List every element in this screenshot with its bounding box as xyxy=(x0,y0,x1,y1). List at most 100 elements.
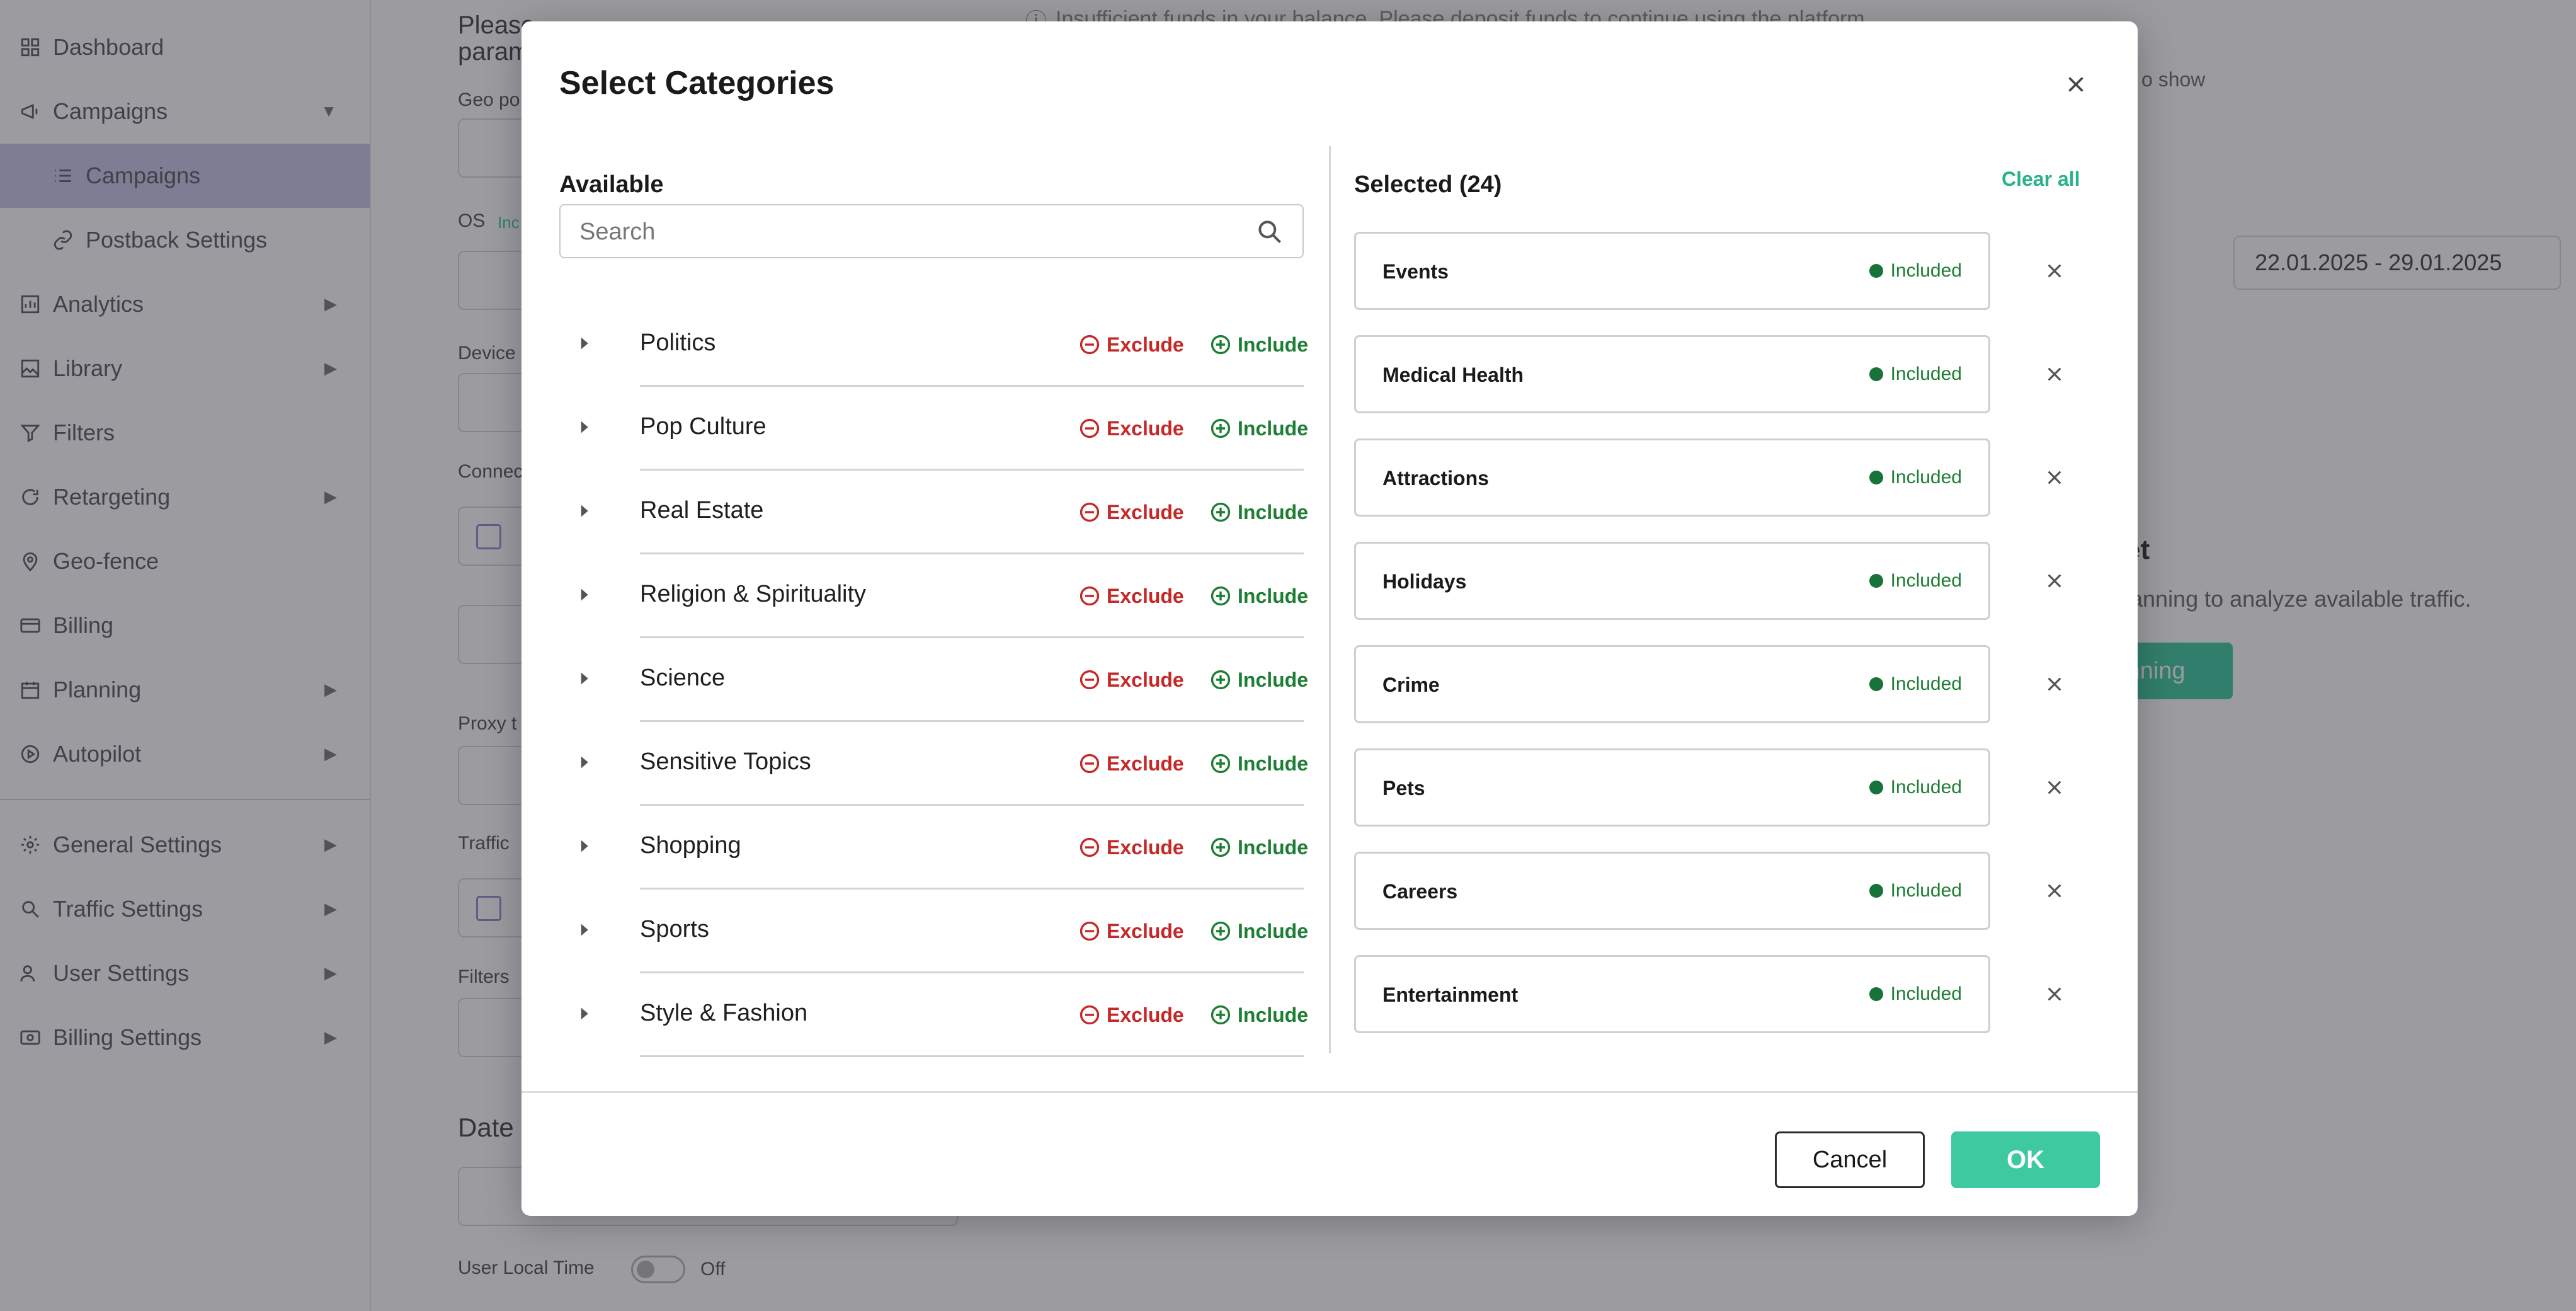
exclude-button[interactable]: Exclude xyxy=(1079,416,1184,441)
exclude-button[interactable]: Exclude xyxy=(1079,835,1184,860)
status-text: Included xyxy=(1890,983,1962,1004)
selected-item: Attractions Included xyxy=(1354,438,1990,517)
included-status: Included xyxy=(1869,880,1962,902)
include-button[interactable]: Include xyxy=(1210,1002,1308,1028)
exclude-button[interactable]: Exclude xyxy=(1079,751,1184,776)
category-name: Shopping xyxy=(640,832,741,859)
expand-caret-icon[interactable] xyxy=(577,332,593,355)
clear-all-link[interactable]: Clear all xyxy=(2002,168,2080,191)
remove-selected-button[interactable] xyxy=(2039,979,2070,1009)
exclude-label: Exclude xyxy=(1107,752,1184,775)
include-label: Include xyxy=(1238,835,1309,859)
exclude-label: Exclude xyxy=(1107,1003,1184,1026)
category-row: Religion & Spirituality Exclude Include xyxy=(559,554,1308,638)
close-icon xyxy=(2048,884,2061,898)
exclude-button[interactable]: Exclude xyxy=(1079,1002,1184,1028)
minus-circle-icon xyxy=(1080,502,1100,522)
expand-caret-icon[interactable] xyxy=(577,919,593,941)
exclude-button[interactable]: Exclude xyxy=(1079,583,1184,609)
status-dot-icon xyxy=(1869,781,1883,794)
selected-item-label: Entertainment xyxy=(1382,983,1519,1006)
status-dot-icon xyxy=(1869,367,1883,381)
search-input[interactable] xyxy=(578,213,1242,251)
selected-item: Medical Health Included xyxy=(1354,335,1990,413)
include-label: Include xyxy=(1238,416,1309,440)
expand-caret-icon[interactable] xyxy=(577,583,593,606)
exclude-button[interactable]: Exclude xyxy=(1079,667,1184,692)
search-box[interactable] xyxy=(559,204,1304,258)
category-row: Science Exclude Include xyxy=(559,638,1308,722)
included-status: Included xyxy=(1869,777,1962,798)
minus-circle-icon xyxy=(1080,837,1100,857)
include-button[interactable]: Include xyxy=(1210,500,1308,525)
remove-selected-button[interactable] xyxy=(2039,256,2070,286)
minus-circle-icon xyxy=(1080,418,1100,438)
expand-caret-icon[interactable] xyxy=(577,416,593,438)
category-row: Real Estate Exclude Include xyxy=(559,471,1308,554)
expand-caret-icon[interactable] xyxy=(577,835,593,857)
remove-selected-button[interactable] xyxy=(2039,876,2070,906)
expand-caret-icon[interactable] xyxy=(577,667,593,690)
exclude-label: Exclude xyxy=(1107,919,1184,942)
category-row: Pop Culture Exclude Include xyxy=(559,387,1308,471)
close-icon xyxy=(2048,677,2061,691)
category-name: Religion & Spirituality xyxy=(640,581,867,607)
expand-caret-icon[interactable] xyxy=(577,751,593,774)
exclude-button[interactable]: Exclude xyxy=(1079,332,1184,357)
category-name: Sports xyxy=(640,916,709,942)
plus-circle-icon xyxy=(1211,1005,1231,1025)
expand-caret-icon[interactable] xyxy=(577,1002,593,1025)
category-row: Sports Exclude Include xyxy=(559,890,1308,973)
status-dot-icon xyxy=(1869,677,1883,691)
category-row: Shopping Exclude Include xyxy=(559,806,1308,890)
close-icon xyxy=(2048,574,2061,588)
exclude-label: Exclude xyxy=(1107,835,1184,859)
plus-circle-icon xyxy=(1211,586,1231,606)
plus-circle-icon xyxy=(1211,837,1231,857)
remove-selected-button[interactable] xyxy=(2039,669,2070,699)
exclude-label: Exclude xyxy=(1107,500,1184,524)
exclude-button[interactable]: Exclude xyxy=(1079,919,1184,944)
category-row: Politics Exclude Include xyxy=(559,303,1308,387)
remove-selected-button[interactable] xyxy=(2039,566,2070,596)
include-label: Include xyxy=(1238,919,1309,942)
include-button[interactable]: Include xyxy=(1210,667,1308,692)
include-label: Include xyxy=(1238,333,1309,356)
minus-circle-icon xyxy=(1080,921,1100,941)
cancel-button[interactable]: Cancel xyxy=(1775,1131,1925,1188)
include-button[interactable]: Include xyxy=(1210,919,1308,944)
exclude-button[interactable]: Exclude xyxy=(1079,500,1184,525)
include-button[interactable]: Include xyxy=(1210,332,1308,357)
status-text: Included xyxy=(1890,673,1962,694)
include-button[interactable]: Include xyxy=(1210,835,1308,860)
ok-button[interactable]: OK xyxy=(1951,1131,2100,1188)
column-divider xyxy=(1329,146,1331,1053)
plus-circle-icon xyxy=(1211,418,1231,438)
selected-item-label: Pets xyxy=(1382,777,1425,799)
include-button[interactable]: Include xyxy=(1210,416,1308,441)
category-name: Style & Fashion xyxy=(640,1000,808,1026)
footer-divider xyxy=(521,1091,2138,1093)
plus-circle-icon xyxy=(1211,502,1231,522)
include-button[interactable]: Include xyxy=(1210,751,1308,776)
selected-item-label: Crime xyxy=(1382,673,1440,696)
selected-item-label: Attractions xyxy=(1382,467,1489,489)
select-categories-modal: Select Categories Available Politics Excl… xyxy=(521,21,2138,1216)
selected-item-label: Medical Health xyxy=(1382,364,1524,386)
remove-selected-button[interactable] xyxy=(2039,772,2070,803)
exclude-label: Exclude xyxy=(1107,416,1184,440)
expand-caret-icon[interactable] xyxy=(577,500,593,522)
remove-selected-button[interactable] xyxy=(2039,359,2070,389)
plus-circle-icon xyxy=(1211,753,1231,774)
included-status: Included xyxy=(1869,673,1962,695)
selected-item-label: Careers xyxy=(1382,880,1458,903)
category-row: Sensitive Topics Exclude Include xyxy=(559,722,1308,806)
included-status: Included xyxy=(1869,983,1962,1005)
include-button[interactable]: Include xyxy=(1210,583,1308,609)
minus-circle-icon xyxy=(1080,335,1100,355)
remove-selected-button[interactable] xyxy=(2039,462,2070,493)
status-dot-icon xyxy=(1869,884,1883,898)
close-button[interactable] xyxy=(2058,67,2094,102)
status-text: Included xyxy=(1890,364,1962,384)
status-text: Included xyxy=(1890,570,1962,591)
